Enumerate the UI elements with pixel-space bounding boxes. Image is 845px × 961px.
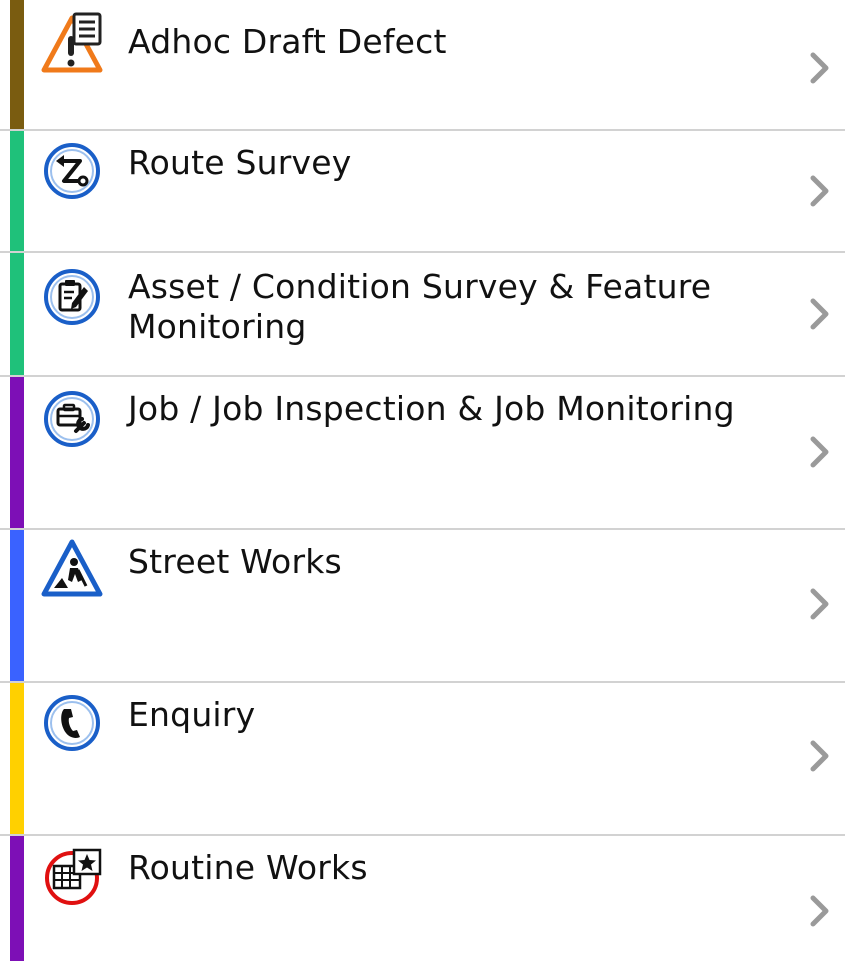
chevron-right-icon [806,587,834,621]
menu-item-label: Enquiry [128,695,256,734]
category-stripe [10,683,24,834]
menu-item-asset-condition-survey[interactable]: Asset / Condition Survey & Feature Monit… [0,253,845,377]
chevron-right-icon [806,894,834,928]
clipboard-pen-icon [40,265,104,329]
menu-item-route-survey[interactable]: Route Survey [0,131,845,253]
category-stripe [10,836,24,961]
road-works-icon [40,536,104,600]
category-stripe [10,377,24,528]
chevron-right-icon [806,435,834,469]
menu-item-street-works[interactable]: Street Works [0,530,845,683]
defect-warning-icon [40,12,104,76]
menu-item-label: Route Survey [128,143,352,182]
calendar-star-icon [40,844,104,908]
chevron-right-icon [806,51,834,85]
menu-item-adhoc-draft-defect[interactable]: Adhoc Draft Defect [0,0,845,131]
menu-item-job-inspection[interactable]: Job / Job Inspection & Job Monitoring [0,377,845,530]
job-tools-icon [40,387,104,451]
phone-icon [40,691,104,755]
menu-item-label: Job / Job Inspection & Job Monitoring [128,389,735,428]
chevron-right-icon [806,739,834,773]
category-stripe [10,0,24,129]
menu-item-label: Asset / Condition Survey & Feature Monit… [128,267,712,346]
menu-item-routine-works[interactable]: Routine Works [0,836,845,961]
route-survey-icon [40,139,104,203]
menu-item-label: Routine Works [128,848,368,887]
menu-item-label: Adhoc Draft Defect [128,22,447,61]
category-stripe [10,253,24,375]
chevron-right-icon [806,297,834,331]
chevron-right-icon [806,174,834,208]
menu-item-label: Street Works [128,542,342,581]
work-type-menu: Adhoc Draft Defect Route Survey Asset / … [0,0,845,961]
menu-item-enquiry[interactable]: Enquiry [0,683,845,836]
category-stripe [10,530,24,681]
category-stripe [10,131,24,251]
